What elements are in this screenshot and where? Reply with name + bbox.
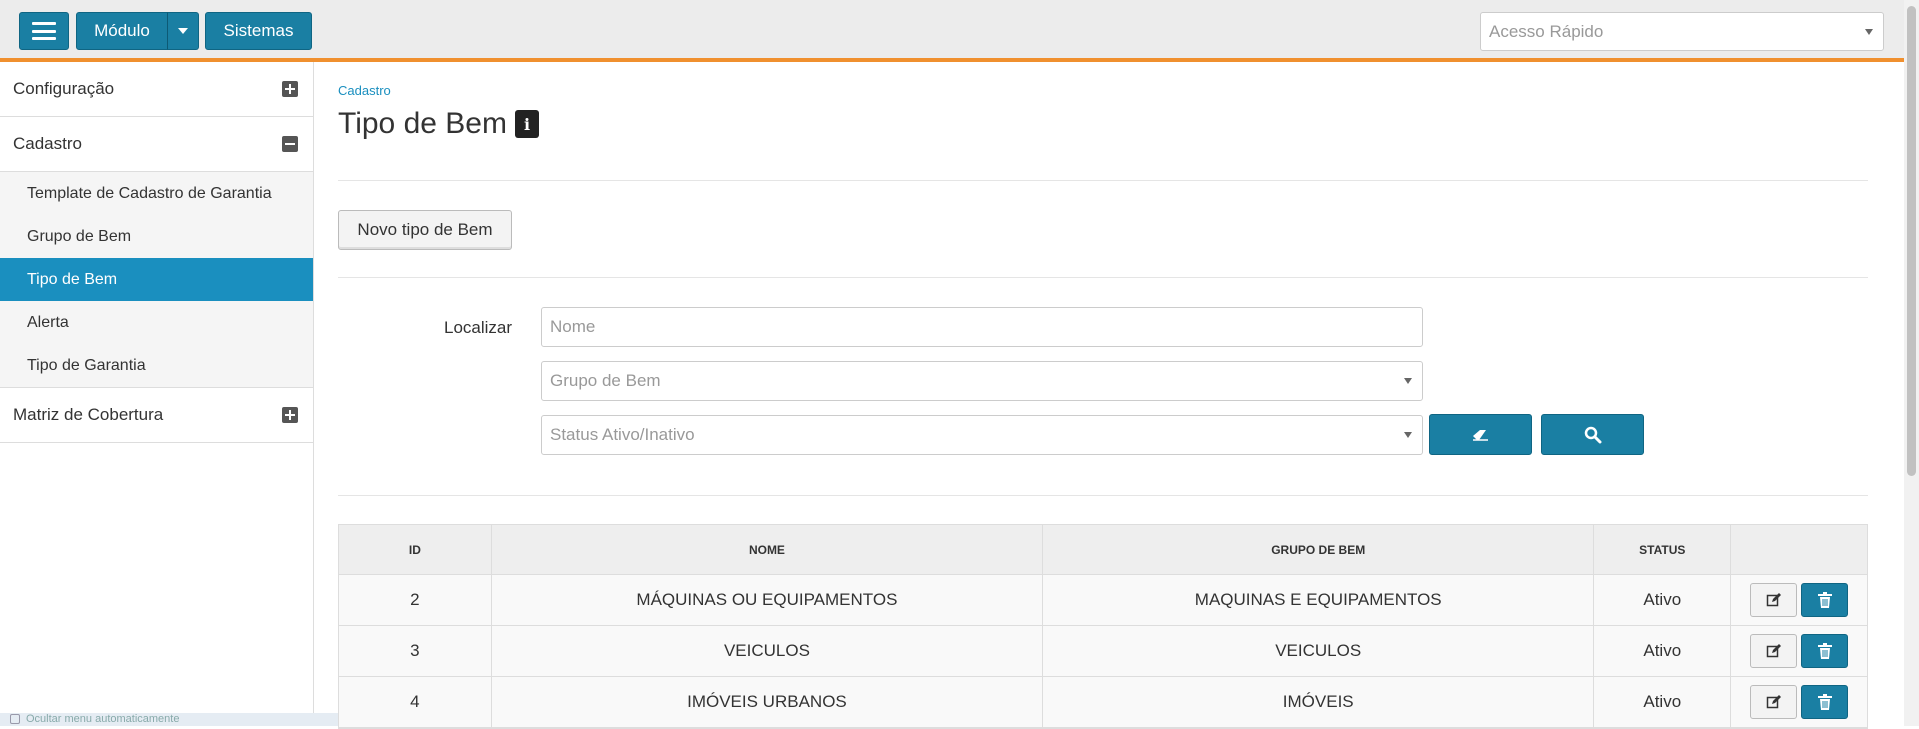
- dropdown-arrow-icon: [1404, 432, 1412, 438]
- grupo-placeholder: Grupo de Bem: [550, 371, 661, 390]
- dropdown-arrow-icon: [1865, 28, 1873, 35]
- delete-button[interactable]: [1801, 634, 1849, 668]
- info-icon[interactable]: i: [514, 110, 539, 138]
- dropdown-arrow-icon: [1404, 378, 1412, 384]
- cell-grupo: VEICULOS: [1043, 626, 1595, 676]
- search-button[interactable]: [1541, 414, 1644, 455]
- edit-icon: [1766, 644, 1781, 658]
- eraser-icon: [1472, 429, 1488, 441]
- hamburger-icon: [32, 22, 56, 40]
- modulo-dropdown-toggle[interactable]: [167, 12, 199, 50]
- nome-placeholder: Nome: [550, 317, 596, 336]
- cell-status: Ativo: [1594, 677, 1732, 727]
- delete-button[interactable]: [1801, 583, 1849, 617]
- cell-id: 2: [339, 575, 492, 625]
- sidebar-item-grupo-de-bem[interactable]: Grupo de Bem: [0, 215, 313, 258]
- column-header-status[interactable]: STATUS: [1594, 525, 1732, 574]
- divider: [338, 180, 1868, 181]
- table-row: 4 IMÓVEIS URBANOS IMÓVEIS Ativo: [339, 677, 1867, 728]
- delete-button[interactable]: [1801, 685, 1849, 719]
- column-header-id[interactable]: ID: [339, 525, 492, 574]
- tipo-de-bem-table: ID NOME GRUPO DE BEM STATUS 2 MÁQUINAS O…: [338, 524, 1868, 729]
- cell-actions: [1731, 677, 1867, 727]
- expand-plus-icon[interactable]: [282, 81, 298, 97]
- quick-access-placeholder: Acesso Rápido: [1489, 21, 1604, 41]
- sidebar-group-label: Matriz de Cobertura: [13, 405, 164, 424]
- edit-button[interactable]: [1750, 685, 1798, 719]
- clear-filters-button[interactable]: [1429, 414, 1532, 455]
- column-header-actions: [1731, 525, 1867, 574]
- cell-id: 4: [339, 677, 492, 727]
- cell-nome: MÁQUINAS OU EQUIPAMENTOS: [492, 575, 1044, 625]
- sidebar-group-configuracao[interactable]: Configuração: [0, 62, 313, 117]
- sidebar-group-matriz-de-cobertura[interactable]: Matriz de Cobertura: [0, 388, 313, 443]
- cell-grupo: MAQUINAS E EQUIPAMENTOS: [1043, 575, 1595, 625]
- cell-id: 3: [339, 626, 492, 676]
- search-label: Localizar: [444, 318, 513, 337]
- page-title: Tipo de Bem: [338, 107, 507, 140]
- edit-button[interactable]: [1750, 583, 1798, 617]
- column-header-nome[interactable]: NOME: [492, 525, 1044, 574]
- scrollbar-thumb[interactable]: [1907, 6, 1916, 476]
- cell-actions: [1731, 626, 1867, 676]
- sidebar-group-label: Configuração: [13, 79, 115, 98]
- status-placeholder: Status Ativo/Inativo: [550, 425, 695, 444]
- sidebar: Configuração Cadastro Template de Cadast…: [0, 62, 314, 726]
- sidebar-item-tipo-de-bem[interactable]: Tipo de Bem: [0, 258, 313, 301]
- cell-actions: [1731, 575, 1867, 625]
- grupo-de-bem-select[interactable]: Grupo de Bem: [541, 361, 1423, 401]
- sidebar-item-tipo-de-garantia[interactable]: Tipo de Garantia: [0, 344, 313, 387]
- collapse-minus-icon[interactable]: [282, 136, 298, 152]
- breadcrumb[interactable]: Cadastro: [338, 83, 391, 98]
- column-header-grupo-de-bem[interactable]: GRUPO DE BEM: [1043, 525, 1595, 574]
- cell-nome: VEICULOS: [492, 626, 1044, 676]
- checkbox-icon[interactable]: [10, 714, 20, 724]
- cell-status: Ativo: [1594, 626, 1732, 676]
- table-row: 2 MÁQUINAS OU EQUIPAMENTOS MAQUINAS E EQ…: [339, 575, 1867, 626]
- divider: [338, 277, 1868, 278]
- new-tipo-de-bem-button[interactable]: Novo tipo de Bem: [338, 210, 512, 250]
- page-scrollbar[interactable]: [1904, 0, 1919, 726]
- trash-icon: [1817, 643, 1832, 659]
- edit-icon: [1766, 695, 1781, 709]
- expand-plus-icon[interactable]: [282, 407, 298, 423]
- sidebar-submenu-cadastro: Template de Cadastro de Garantia Grupo d…: [0, 172, 313, 388]
- cell-nome: IMÓVEIS URBANOS: [492, 677, 1044, 727]
- cell-status: Ativo: [1594, 575, 1732, 625]
- edit-icon: [1766, 593, 1781, 607]
- sistemas-button[interactable]: Sistemas: [205, 12, 312, 50]
- search-icon: [1584, 426, 1601, 443]
- sidebar-group-cadastro[interactable]: Cadastro: [0, 117, 313, 172]
- sidebar-item-template-cadastro-garantia[interactable]: Template de Cadastro de Garantia: [0, 172, 313, 215]
- sidebar-group-label: Cadastro: [13, 134, 82, 153]
- quick-access-select[interactable]: Acesso Rápido: [1480, 12, 1884, 51]
- table-row: 3 VEICULOS VEICULOS Ativo: [339, 626, 1867, 677]
- table-header-row: ID NOME GRUPO DE BEM STATUS: [339, 525, 1867, 575]
- page-title-wrap: Tipo de Bem i: [338, 107, 539, 141]
- sidebar-item-alerta[interactable]: Alerta: [0, 301, 313, 344]
- modulo-button[interactable]: Módulo: [76, 12, 168, 50]
- menu-toggle-button[interactable]: [19, 12, 69, 50]
- trash-icon: [1817, 592, 1832, 608]
- caret-down-icon: [178, 28, 188, 34]
- cell-grupo: IMÓVEIS: [1043, 677, 1595, 727]
- status-select[interactable]: Status Ativo/Inativo: [541, 415, 1423, 455]
- trash-icon: [1817, 694, 1832, 710]
- nome-input[interactable]: Nome: [541, 307, 1423, 347]
- edit-button[interactable]: [1750, 634, 1798, 668]
- top-navbar: Módulo Sistemas Acesso Rápido: [0, 0, 1919, 62]
- divider: [338, 495, 1868, 496]
- auto-hide-menu-label: Ocultar menu automaticamente: [26, 713, 180, 725]
